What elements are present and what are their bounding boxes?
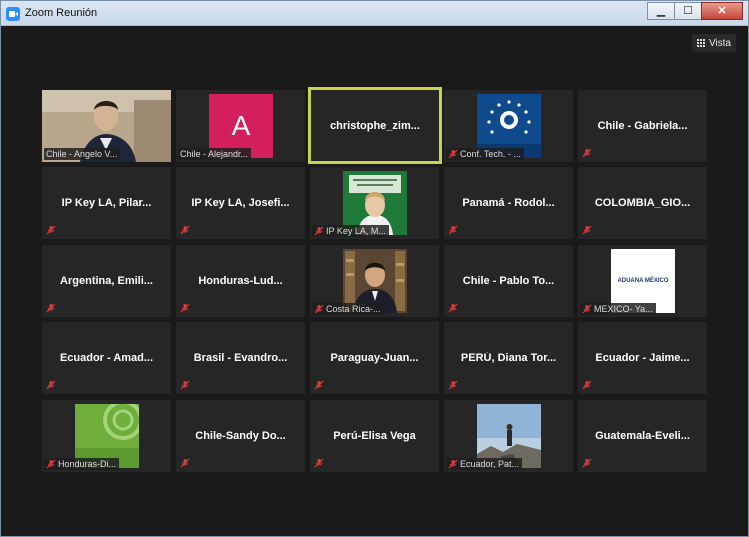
grid-view-icon: [696, 39, 705, 47]
participant-name-label: Conf. Tech. - ...: [446, 148, 524, 160]
muted-mic-icon: [180, 380, 190, 390]
participant-name: Argentina, Emili...: [60, 275, 153, 287]
muted-mic-icon: [582, 225, 592, 235]
participant-name: Ecuador - Amad...: [59, 352, 154, 364]
participant-name: christophe_zim...: [330, 119, 420, 132]
muted-mic-icon: [46, 380, 56, 390]
participant-tile-19[interactable]: PERÚ, Diana Tor...: [444, 322, 573, 394]
window-title: Zoom Reunión: [25, 7, 98, 19]
maximize-button[interactable]: ☐: [674, 2, 702, 20]
title-bar[interactable]: Zoom Reunión ▁ ☐ ✕: [1, 1, 748, 26]
participant-tile-6[interactable]: IP Key LA, Pilar...: [42, 167, 171, 239]
participant-name: PERÚ, Diana Tor...: [460, 352, 557, 364]
zoom-app-icon: [6, 7, 20, 21]
participant-tile-23[interactable]: Perú-Elisa Vega: [310, 400, 439, 472]
participant-name: Chile-Sandy Do...: [195, 430, 286, 442]
muted-mic-icon: [46, 459, 56, 469]
participant-name-label: Chile - Angelo V...: [44, 148, 121, 160]
participant-tile-9[interactable]: Panamá - Rodol...: [444, 167, 573, 239]
muted-mic-icon: [314, 304, 324, 314]
participant-tile-21[interactable]: Honduras-Di...: [42, 400, 171, 472]
participant-tile-14[interactable]: Chile - Pablo To...: [444, 245, 573, 317]
participant-name-label: Ecuador, Pat...: [446, 458, 523, 470]
view-button-label: Vista: [708, 37, 731, 49]
muted-mic-icon: [582, 380, 592, 390]
participant-name: Paraguay-Juan...: [330, 352, 419, 364]
participant-tile-10[interactable]: COLOMBIA_GIO...: [578, 167, 707, 239]
participant-name: IP Key LA, Pilar...: [61, 197, 152, 209]
zoom-window: Zoom Reunión ▁ ☐ ✕ Vista Chile - Angelo …: [0, 0, 749, 537]
muted-mic-icon: [448, 380, 458, 390]
participant-tile-15[interactable]: ADUANA MÉXICO MEXICO- Ya...: [578, 245, 707, 317]
muted-mic-icon: [46, 303, 56, 313]
participant-tile-11[interactable]: Argentina, Emili...: [42, 245, 171, 317]
participant-name: Honduras-Lud...: [198, 275, 283, 287]
muted-mic-icon: [582, 304, 592, 314]
muted-mic-icon: [180, 225, 190, 235]
muted-mic-icon: [314, 458, 324, 468]
participant-tile-17[interactable]: Brasil - Evandro...: [176, 322, 305, 394]
participant-name: Chile - Pablo To...: [462, 275, 555, 287]
aduana-logo-text: ADUANA MÉXICO: [617, 278, 669, 284]
muted-mic-icon: [448, 149, 458, 159]
muted-mic-icon: [314, 226, 324, 236]
participant-tile-25[interactable]: Guatemala-Eveli...: [578, 400, 707, 472]
muted-mic-icon: [180, 303, 190, 313]
participant-tile-12[interactable]: Honduras-Lud...: [176, 245, 305, 317]
participant-tile-8[interactable]: IP Key LA, M...: [310, 167, 439, 239]
muted-mic-icon: [448, 303, 458, 313]
participant-tile-4[interactable]: Conf. Tech. - ...: [444, 90, 573, 162]
muted-mic-icon: [582, 458, 592, 468]
participant-name-label: Chile - Alejandr...: [178, 148, 252, 160]
participant-name-label: MEXICO- Ya...: [580, 303, 656, 315]
participant-name-label: IP Key LA, M...: [312, 225, 389, 237]
participant-name: Brasil - Evandro...: [193, 352, 288, 364]
participant-name: Panamá - Rodol...: [462, 197, 555, 209]
participant-name-label: Honduras-Di...: [44, 458, 120, 470]
muted-mic-icon: [314, 380, 324, 390]
view-button[interactable]: Vista: [691, 34, 736, 52]
close-button[interactable]: ✕: [701, 2, 743, 20]
muted-mic-icon: [180, 458, 190, 468]
participant-name: COLOMBIA_GIO...: [594, 197, 691, 209]
participant-tile-1[interactable]: Chile - Angelo V...: [42, 90, 171, 162]
participant-name: Chile - Gabriela...: [597, 120, 688, 132]
participant-tile-7[interactable]: IP Key LA, Josefi...: [176, 167, 305, 239]
participant-name-label: Costa Rica-...: [312, 303, 384, 315]
participant-tile-24[interactable]: Ecuador, Pat...: [444, 400, 573, 472]
participant-tile-13[interactable]: Costa Rica-...: [310, 245, 439, 317]
participant-tile-5[interactable]: Chile - Gabriela...: [578, 90, 707, 162]
muted-mic-icon: [448, 225, 458, 235]
participant-name: Ecuador - Jaime...: [595, 352, 690, 364]
participant-name: IP Key LA, Josefi...: [191, 197, 290, 209]
participant-tile-18[interactable]: Paraguay-Juan...: [310, 322, 439, 394]
participant-tile-22[interactable]: Chile-Sandy Do...: [176, 400, 305, 472]
participant-name: Perú-Elisa Vega: [333, 430, 416, 442]
muted-mic-icon: [448, 459, 458, 469]
window-controls: ▁ ☐ ✕: [647, 2, 743, 20]
minimize-button[interactable]: ▁: [647, 2, 675, 20]
muted-mic-icon: [582, 148, 592, 158]
participant-tile-3-active-speaker[interactable]: christophe_zim...: [308, 87, 442, 164]
participant-tile-20[interactable]: Ecuador - Jaime...: [578, 322, 707, 394]
participant-name: Guatemala-Eveli...: [595, 430, 690, 442]
muted-mic-icon: [46, 225, 56, 235]
participant-tile-16[interactable]: Ecuador - Amad...: [42, 322, 171, 394]
participant-tile-2[interactable]: A Chile - Alejandr...: [176, 90, 305, 162]
